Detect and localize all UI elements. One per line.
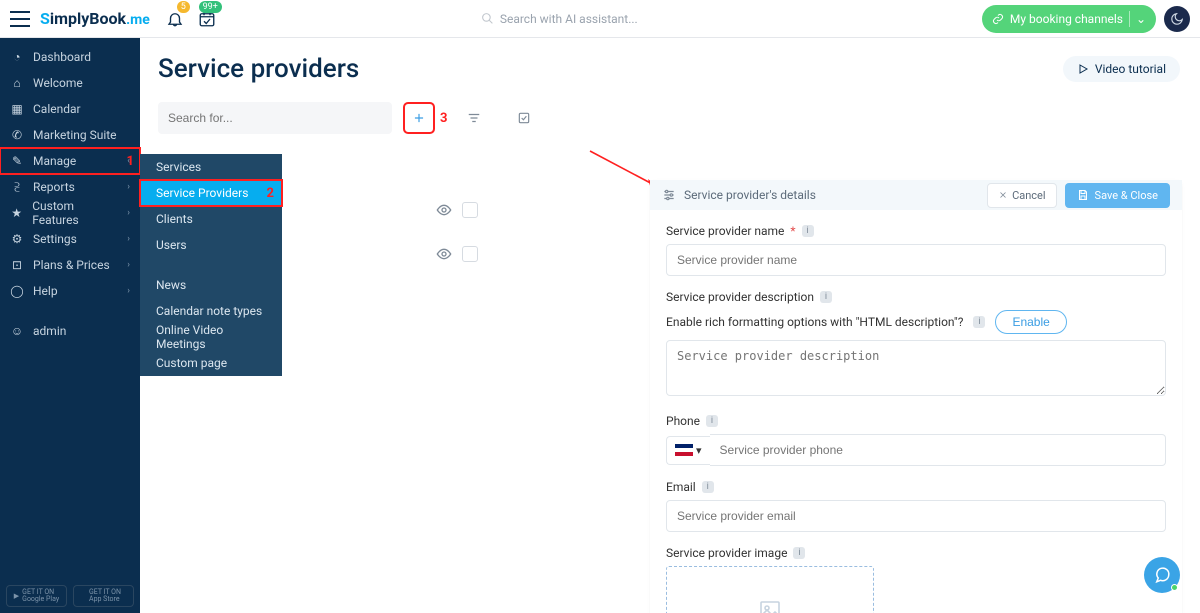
theme-toggle[interactable] [1164,6,1190,32]
google-play-button[interactable]: ▶GET IT ONGoogle Play [6,585,67,607]
email-label: Email [666,480,696,494]
app-store-button[interactable]: GET IT ONApp Store [73,585,134,607]
top-bar: SimplyBook.me 5 99+ Search with AI assis… [0,0,1200,38]
chevron-down-icon: ⌄ [1136,12,1146,26]
pencil-icon: ✎ [10,154,24,168]
eye-icon[interactable] [436,202,452,218]
detail-title: Service provider's details [684,188,816,202]
nav-help[interactable]: ◯Help› [0,278,140,304]
detail-panel: Service provider's details Cancel Save &… [650,180,1182,613]
online-indicator [1171,584,1178,591]
gauge-icon: ◔ [10,50,24,64]
nav-settings[interactable]: ⚙Settings› [0,226,140,252]
search-input[interactable] [158,102,392,134]
save-close-button[interactable]: Save & Close [1065,183,1170,208]
sidebar: ◔Dashboard ⌂Welcome ▦Calendar ✆Marketing… [0,38,140,613]
nav-manage[interactable]: ✎Manage1‹ [0,148,140,174]
calendar-badge: 99+ [199,1,222,13]
submenu-users[interactable]: Users [140,232,282,258]
info-icon[interactable]: i [820,291,832,303]
nav-admin[interactable]: ☺admin [0,318,140,344]
row-checkbox[interactable] [462,202,478,218]
provider-name-input[interactable] [666,244,1166,276]
help-icon: ◯ [10,284,24,298]
submenu-video-meetings[interactable]: Online Video Meetings [140,324,282,350]
global-search-placeholder: Search with AI assistant... [500,12,638,26]
booking-channels-button[interactable]: My booking channels ⌄ [982,5,1156,33]
add-provider-button[interactable] [404,103,434,133]
required-marker: * [790,224,795,238]
nav-welcome[interactable]: ⌂Welcome [0,70,140,96]
page-title: Service providers [158,54,359,84]
info-icon[interactable]: i [973,316,985,328]
eye-icon[interactable] [436,246,452,262]
submenu-services[interactable]: Services [140,154,282,180]
user-icon: ☺ [10,324,24,338]
sort-button[interactable] [459,103,489,133]
hamburger-menu[interactable] [10,11,30,27]
uk-flag-icon [675,444,693,456]
toolbar: 3 [158,102,1180,134]
submenu-cal-notes[interactable]: Calendar note types [140,298,282,324]
chat-fab[interactable] [1144,557,1180,593]
info-icon[interactable]: i [802,225,814,237]
cancel-button[interactable]: Cancel [987,183,1056,208]
provider-phone-input[interactable] [710,434,1166,466]
annotation-number-3: 3 [440,111,447,126]
global-search[interactable]: Search with AI assistant... [471,6,761,32]
phone-label: Phone [666,414,700,428]
submenu-custom-page[interactable]: Custom page [140,350,282,376]
submenu-news[interactable]: News [140,272,282,298]
row-checkbox[interactable] [462,246,478,262]
desc-label: Service provider description [666,290,814,304]
sliders-icon [662,188,676,202]
star-icon: ★ [10,206,23,220]
provider-email-input[interactable] [666,500,1166,532]
calendar-icon[interactable]: 99+ [198,10,216,28]
phone-country-select[interactable]: ▾ [666,436,710,465]
video-tutorial-button[interactable]: Video tutorial [1063,56,1180,82]
nav-custom-features[interactable]: ★Custom Features› [0,200,140,226]
info-icon[interactable]: i [706,415,718,427]
logo[interactable]: SimplyBook.me [40,9,150,28]
megaphone-icon: ✆ [10,128,24,142]
money-icon: ⊡ [10,258,24,272]
gear-icon: ⚙ [10,232,24,246]
select-all-checkbox[interactable] [509,103,539,133]
home-icon: ⌂ [10,76,24,90]
submenu-service-providers[interactable]: Service Providers2 [140,180,282,206]
image-dropzone[interactable] [666,566,874,613]
name-label: Service provider name [666,224,784,238]
nav-reports[interactable]: ⫔Reports› [0,174,140,200]
bell-icon[interactable]: 5 [166,10,184,28]
bell-badge: 5 [177,1,190,13]
provider-desc-input[interactable] [666,340,1166,396]
nav-calendar[interactable]: ▦Calendar [0,96,140,122]
calendar-icon: ▦ [10,102,24,116]
nav-marketing[interactable]: ✆Marketing Suite [0,122,140,148]
nav-dashboard[interactable]: ◔Dashboard [0,44,140,70]
info-icon[interactable]: i [793,547,805,559]
image-label: Service provider image [666,546,787,560]
nav-plans[interactable]: ⊡Plans & Prices› [0,252,140,278]
enable-rich-label: Enable rich formatting options with "HTM… [666,315,963,329]
submenu-clients[interactable]: Clients [140,206,282,232]
manage-submenu: Services Service Providers2 Clients User… [140,154,282,376]
enable-rich-button[interactable]: Enable [995,310,1066,334]
info-icon[interactable]: i [702,481,714,493]
chart-icon: ⫔ [10,180,24,195]
